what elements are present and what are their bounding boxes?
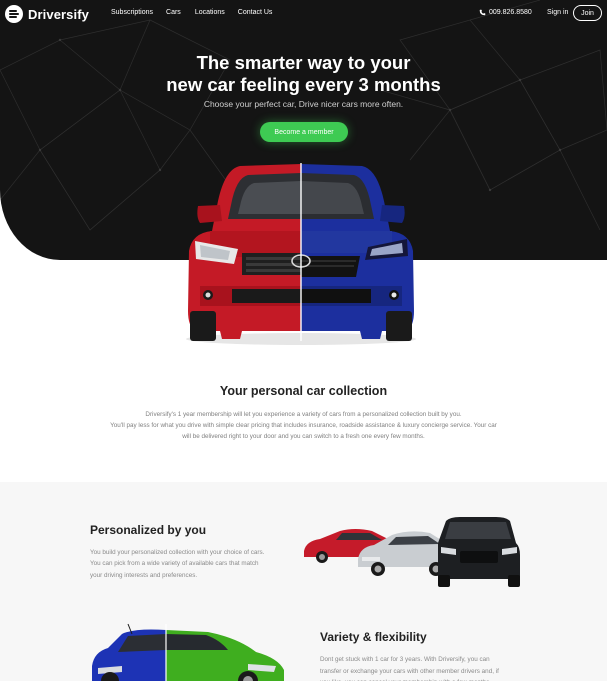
personalized-description: You build your personalized collection w… <box>90 549 265 579</box>
nav-link-contact-us[interactable]: Contact Us <box>238 9 273 16</box>
brand-logo[interactable]: Driversify <box>5 5 89 23</box>
hero-title-line-1: The smarter way to your <box>196 52 411 73</box>
collection-line-2: You'll pay less for what you drive with … <box>110 422 497 430</box>
hero-title: The smarter way to your new car feeling … <box>0 52 607 96</box>
brand-name: Driversify <box>28 6 89 22</box>
page: Driversify Subscriptions Cars Locations … <box>0 0 607 681</box>
collection-line-3: will be delivered right to your door and… <box>182 433 425 441</box>
three-cars-image <box>304 517 520 587</box>
nav-link-cars[interactable]: Cars <box>166 9 181 16</box>
top-navigation: Driversify Subscriptions Cars Locations … <box>0 0 607 28</box>
phone-icon <box>479 9 486 16</box>
variety-title: Variety & flexibility <box>320 630 427 644</box>
driversify-logo-icon <box>5 5 23 23</box>
nav-link-subscriptions[interactable]: Subscriptions <box>111 9 153 16</box>
hero-split-car-image <box>186 163 416 345</box>
hero-title-line-2: new car feeling every 3 months <box>166 74 441 95</box>
nav-links: Subscriptions Cars Locations Contact Us <box>111 9 286 16</box>
collection-description: Driversify's 1 year membership will let … <box>92 409 515 443</box>
signin-link[interactable]: Sign in <box>547 9 568 16</box>
collection-line-1: Driversify's 1 year membership will let … <box>145 411 462 418</box>
nav-link-locations[interactable]: Locations <box>195 9 225 16</box>
personalized-title: Personalized by you <box>90 523 207 537</box>
hero-subtitle: Choose your perfect car, Drive nicer car… <box>203 99 404 109</box>
variety-description: Dont get stuck with 1 car for 3 years. W… <box>320 656 499 681</box>
become-member-button[interactable]: Become a member <box>260 122 348 142</box>
split-hatchback-image <box>92 623 284 681</box>
join-button[interactable]: Join <box>573 5 602 21</box>
phone-number: 009.826.8580 <box>489 9 532 16</box>
nav-phone[interactable]: 009.826.8580 <box>479 9 532 16</box>
collection-title: Your personal car collection <box>219 384 388 398</box>
